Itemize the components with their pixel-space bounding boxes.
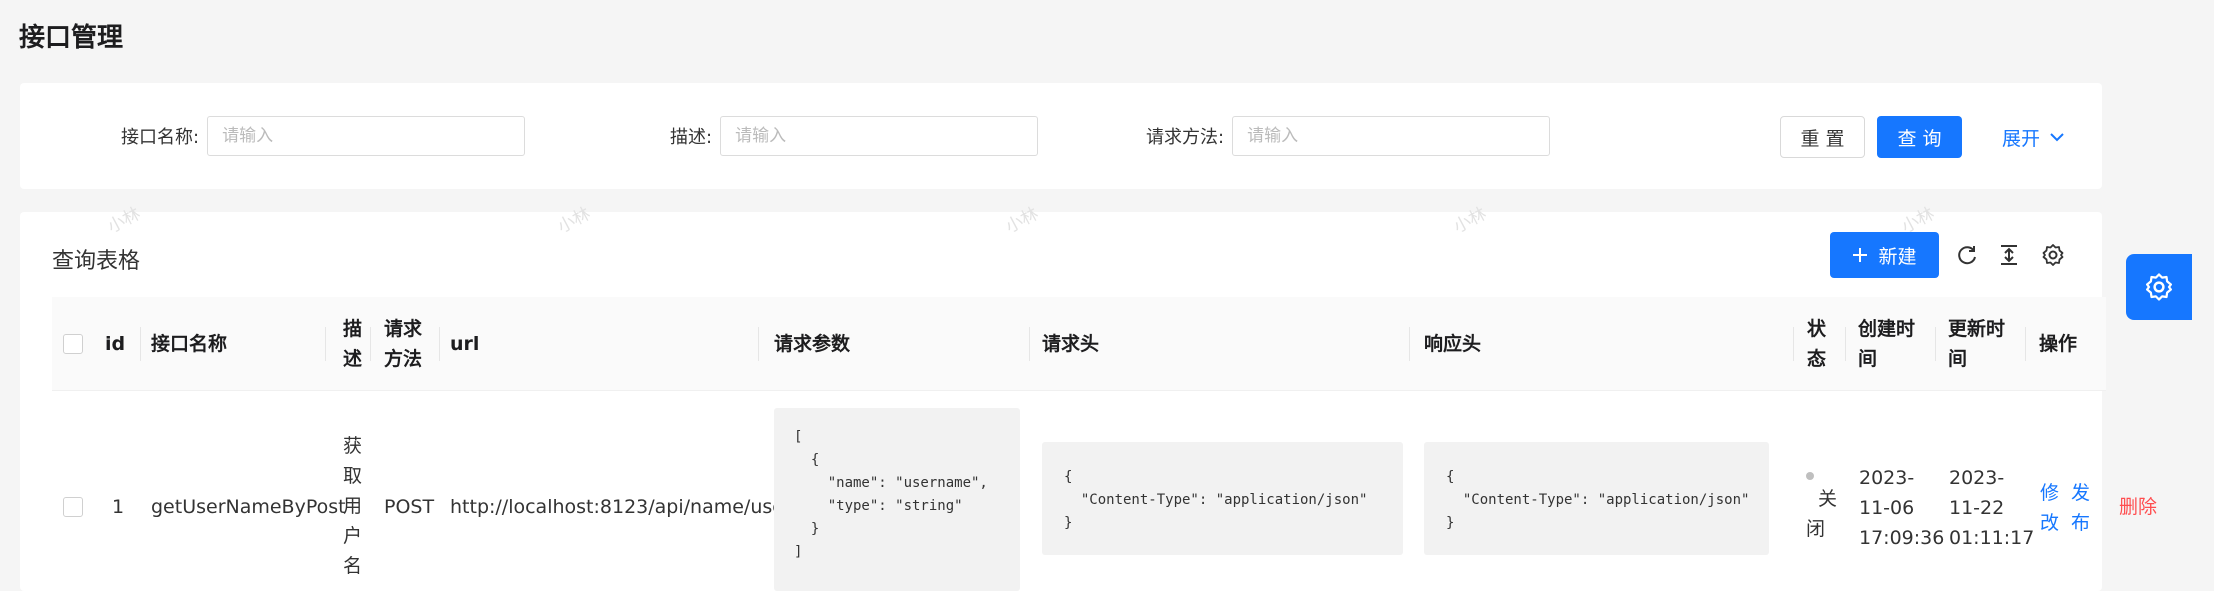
- edit-link[interactable]: 修 改: [2040, 478, 2059, 538]
- search-field-method: 请求方法:: [1146, 116, 1551, 156]
- cell-created: 2023- 11-06 17:09:36: [1859, 463, 1944, 553]
- th-created-line: 间: [1858, 347, 1878, 370]
- cell-status-char: 关: [1818, 488, 1838, 510]
- publish-link[interactable]: 发 布: [2071, 478, 2090, 538]
- th-method[interactable]: 请求 方法: [384, 297, 422, 390]
- column-divider: [439, 327, 440, 361]
- th-desc-line: 述: [343, 347, 363, 370]
- column-divider: [1793, 327, 1794, 361]
- edit-link-char: 修: [2040, 482, 2060, 504]
- cell-id: 1: [112, 496, 125, 518]
- search-input-name[interactable]: [207, 116, 526, 156]
- search-input-method[interactable]: [1232, 116, 1551, 156]
- new-button-label: 新建: [1878, 245, 1917, 268]
- cell-updated-part: 2023-: [1949, 467, 2005, 489]
- column-settings-icon[interactable]: [2041, 243, 2065, 267]
- row-checkbox[interactable]: [63, 497, 83, 517]
- th-status-line: 态: [1807, 347, 1827, 370]
- status-dot-icon: [1806, 472, 1814, 480]
- reset-button[interactable]: 重 置: [1780, 116, 1865, 158]
- search-label-name: 接口名称:: [121, 127, 200, 148]
- column-divider: [758, 327, 759, 361]
- column-divider: [1029, 327, 1030, 361]
- cell-created-part: 17:09:36: [1859, 527, 1945, 549]
- th-desc[interactable]: 描 述: [343, 297, 362, 390]
- settings-drawer-button[interactable]: [2126, 254, 2192, 320]
- th-url[interactable]: url: [450, 297, 479, 390]
- th-updated-line: 间: [1948, 347, 1968, 370]
- query-button[interactable]: 查 询: [1877, 116, 1962, 158]
- cell-name: getUserNameByPost: [151, 496, 346, 518]
- th-method-line: 请求: [384, 317, 423, 340]
- cell-status-char: 闭: [1806, 518, 1826, 540]
- cell-desc-char: 取: [343, 465, 363, 487]
- refresh-icon[interactable]: [1955, 243, 1979, 267]
- search-field-desc: 描述:: [670, 116, 1039, 156]
- cell-desc-char: 名: [343, 555, 363, 577]
- th-resp-header[interactable]: 响应头: [1424, 297, 1481, 390]
- th-status-line: 状: [1807, 317, 1827, 340]
- cell-params: [ { "name": "username", "type": "string"…: [774, 408, 1020, 591]
- select-all-checkbox[interactable]: [63, 334, 83, 354]
- publish-link-char: 布: [2071, 512, 2091, 534]
- cell-desc: 获 取 用 户 名: [343, 431, 362, 581]
- expand-label: 展开: [2002, 127, 2041, 150]
- th-name[interactable]: 接口名称: [151, 297, 227, 390]
- cell-desc-char: 户: [343, 525, 363, 547]
- column-divider: [1409, 327, 1410, 361]
- cell-desc-char: 获: [343, 435, 363, 457]
- th-method-line: 方法: [384, 347, 423, 370]
- th-id[interactable]: id: [105, 297, 125, 390]
- density-icon[interactable]: [1997, 243, 2021, 267]
- cell-status: 关 闭: [1806, 465, 1837, 544]
- plus-icon: [1853, 248, 1868, 262]
- new-button[interactable]: 新建: [1830, 232, 1939, 278]
- cell-resp-header: { "Content-Type": "application/json" }: [1424, 442, 1769, 555]
- th-actions: 操作: [2039, 332, 2078, 355]
- column-divider: [370, 327, 371, 361]
- cell-req-header: { "Content-Type": "application/json" }: [1042, 442, 1403, 555]
- column-divider: [140, 327, 141, 361]
- th-updated-line: 更新时: [1948, 317, 2006, 340]
- th-params[interactable]: 请求参数: [774, 297, 850, 390]
- th-created[interactable]: 创建时 间: [1858, 297, 1915, 390]
- chevron-down-icon: [2050, 133, 2064, 142]
- publish-link-char: 发: [2071, 482, 2091, 504]
- cell-updated-part: 11-22: [1949, 497, 2005, 519]
- table-title: 查询表格: [52, 249, 141, 274]
- cell-desc-char: 用: [343, 495, 363, 517]
- delete-link[interactable]: 删除: [2119, 492, 2157, 522]
- page-title: 接口管理: [19, 23, 124, 53]
- gear-icon: [2146, 273, 2172, 301]
- cell-created-part: 2023-: [1859, 467, 1915, 489]
- th-updated[interactable]: 更新时 间: [1948, 297, 2005, 390]
- column-divider: [2025, 327, 2026, 361]
- expand-link[interactable]: 展开: [2002, 116, 2066, 158]
- search-label-method: 请求方法:: [1146, 127, 1225, 148]
- cell-method: POST: [384, 496, 435, 518]
- cell-updated: 2023- 11-22 01:11:17: [1949, 463, 2034, 553]
- cell-url: http://localhost:8123/api/name/user: [450, 496, 792, 518]
- cell-created-part: 11-06: [1859, 497, 1915, 519]
- search-label-desc: 描述:: [670, 127, 713, 148]
- column-divider: [1845, 327, 1846, 361]
- column-divider: [325, 327, 326, 361]
- search-input-desc[interactable]: [720, 116, 1039, 156]
- th-desc-line: 描: [343, 317, 363, 340]
- th-created-line: 创建时: [1858, 317, 1916, 340]
- th-status[interactable]: 状 态: [1807, 297, 1826, 390]
- search-field-name: 接口名称:: [121, 116, 526, 156]
- table-header: id 接口名称 描 述 请求 方法 url 请求参数 请求头 响应头 状 态 创…: [52, 297, 2106, 391]
- cell-updated-part: 01:11:17: [1949, 527, 2035, 549]
- column-divider: [1935, 327, 1936, 361]
- th-req-header[interactable]: 请求头: [1042, 297, 1099, 390]
- edit-link-char: 改: [2040, 512, 2060, 534]
